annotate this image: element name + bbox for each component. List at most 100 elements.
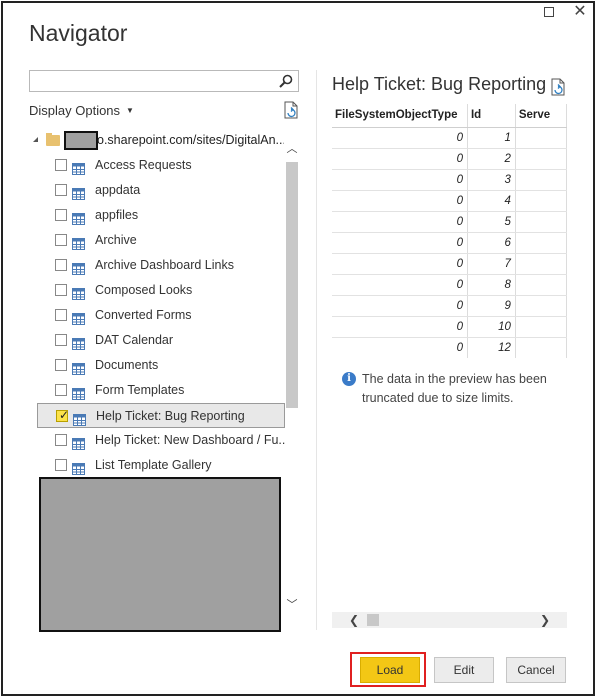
tree-item-label: Form Templates <box>95 383 185 397</box>
table-cell <box>515 148 567 170</box>
tree-item-label: appfiles <box>95 208 139 222</box>
checkbox[interactable] <box>55 384 67 396</box>
checkbox[interactable] <box>55 234 67 246</box>
table-cell: 0 <box>332 337 468 358</box>
folder-icon <box>46 133 60 146</box>
tree-item[interactable]: Archive Dashboard Links <box>37 253 285 278</box>
redaction-box <box>64 131 98 150</box>
table-cell: 0 <box>332 295 468 317</box>
column-header[interactable]: FileSystemObjectType <box>332 104 468 128</box>
tree-item[interactable]: Archive <box>37 228 285 253</box>
checkbox[interactable] <box>55 309 67 321</box>
checkbox[interactable] <box>55 459 67 471</box>
preview-grid: FileSystemObjectType Id Serve 010203040506… <box>332 104 567 358</box>
table-icon <box>72 434 85 450</box>
table-icon <box>72 384 85 400</box>
table-row: 03 <box>332 169 567 191</box>
table-cell: 4 <box>467 190 516 212</box>
checkbox[interactable] <box>55 434 67 446</box>
checkbox[interactable] <box>55 184 67 196</box>
checkbox[interactable] <box>55 334 67 346</box>
table-cell: 0 <box>332 169 468 191</box>
tree-item[interactable]: List Template Gallery <box>37 453 285 478</box>
tree-item-label: Archive Dashboard Links <box>95 258 234 272</box>
column-header[interactable]: Id <box>467 104 516 128</box>
tree-item[interactable]: appdata <box>37 178 285 203</box>
checkbox[interactable] <box>55 159 67 171</box>
chevron-down-icon: ▼ <box>126 106 134 115</box>
table-cell <box>515 127 567 149</box>
search-field[interactable] <box>30 71 270 91</box>
tree-item[interactable]: Composed Looks <box>37 278 285 303</box>
check-icon: ✓ <box>59 408 70 422</box>
tree-item-label: Archive <box>95 233 137 247</box>
tree-root[interactable]: o.sharepoint.com/sites/DigitalAn... <box>29 128 284 153</box>
table-icon <box>72 284 85 300</box>
tree-item-label: Documents <box>95 358 159 372</box>
table-row: 07 <box>332 253 567 275</box>
table-icon <box>72 159 85 175</box>
truncation-notice-text: The data in the preview has been truncat… <box>362 372 547 405</box>
tree-item[interactable]: Access Requests <box>37 153 285 178</box>
tree-item-label: appdata <box>95 183 141 197</box>
table-icon <box>72 309 85 325</box>
checkbox-checked[interactable]: ✓ <box>56 408 70 422</box>
table-row: 0 12 <box>332 337 567 358</box>
checkbox[interactable] <box>55 259 67 271</box>
tree-item-label: Access Requests <box>95 158 192 172</box>
chevron-left-icon[interactable]: ❮ <box>346 612 362 628</box>
table-cell: 3 <box>467 169 516 191</box>
checkbox[interactable] <box>55 209 67 221</box>
cancel-button[interactable]: Cancel <box>506 657 566 683</box>
table-cell <box>515 295 567 317</box>
table-cell: 0 <box>332 253 468 275</box>
checkbox[interactable] <box>55 284 67 296</box>
table-row: 0 10 <box>332 316 567 338</box>
tree-item[interactable]: DAT Calendar <box>37 328 285 353</box>
table-cell: 8 <box>467 274 516 296</box>
maximize-button[interactable] <box>541 4 557 20</box>
table-cell: 0 <box>332 211 468 233</box>
chevron-right-icon[interactable]: ❯ <box>537 612 553 628</box>
table-cell: 1 <box>467 127 516 149</box>
preview-horizontal-scrollbar[interactable]: ❮ ❯ <box>332 612 567 628</box>
display-options-dropdown[interactable]: Display Options ▼ <box>29 103 134 118</box>
expand-icon[interactable] <box>33 137 38 142</box>
table-cell <box>515 316 567 338</box>
table-cell: 12 <box>467 337 516 358</box>
tree-item[interactable]: Form Templates <box>37 378 285 403</box>
refresh-preview-icon[interactable] <box>550 78 566 96</box>
chevron-up-icon[interactable]: ︿ <box>285 142 299 156</box>
close-button[interactable]: ✕ <box>572 4 588 20</box>
table-cell: 6 <box>467 232 516 254</box>
checkbox[interactable] <box>55 359 67 371</box>
column-header[interactable]: Serve <box>515 104 567 128</box>
load-button[interactable]: Load <box>360 657 420 683</box>
close-icon: ✕ <box>573 3 587 20</box>
tree-scrollbar[interactable]: ︿ ﹀ <box>285 138 299 618</box>
tree-item[interactable]: appfiles <box>37 203 285 228</box>
scrollbar-thumb[interactable] <box>367 614 379 626</box>
tree-item[interactable]: ✓ Help Ticket: Bug Reporting <box>37 403 285 428</box>
search-input[interactable] <box>29 70 299 92</box>
refresh-icon[interactable] <box>283 101 299 119</box>
table-icon <box>72 334 85 350</box>
table-cell <box>515 169 567 191</box>
table-cell: 0 <box>332 127 468 149</box>
table-cell <box>515 253 567 275</box>
chevron-down-icon[interactable]: ﹀ <box>285 598 299 612</box>
maximize-icon <box>544 7 554 17</box>
tree-item[interactable]: Help Ticket: New Dashboard / Fu... <box>37 428 285 453</box>
table-cell <box>515 232 567 254</box>
tree-item-label: Composed Looks <box>95 283 193 297</box>
table-cell: 0 <box>332 316 468 338</box>
table-cell <box>515 211 567 233</box>
tree-item[interactable]: Documents <box>37 353 285 378</box>
tree-item-label: DAT Calendar <box>95 333 174 347</box>
tree-item-label: List Template Gallery <box>95 458 212 472</box>
search-icon[interactable] <box>278 73 294 89</box>
tree-item-label: Help Ticket: New Dashboard / Fu... <box>95 433 285 447</box>
tree-item[interactable]: Converted Forms <box>37 303 285 328</box>
edit-button[interactable]: Edit <box>434 657 494 683</box>
scrollbar-thumb[interactable] <box>286 162 298 408</box>
